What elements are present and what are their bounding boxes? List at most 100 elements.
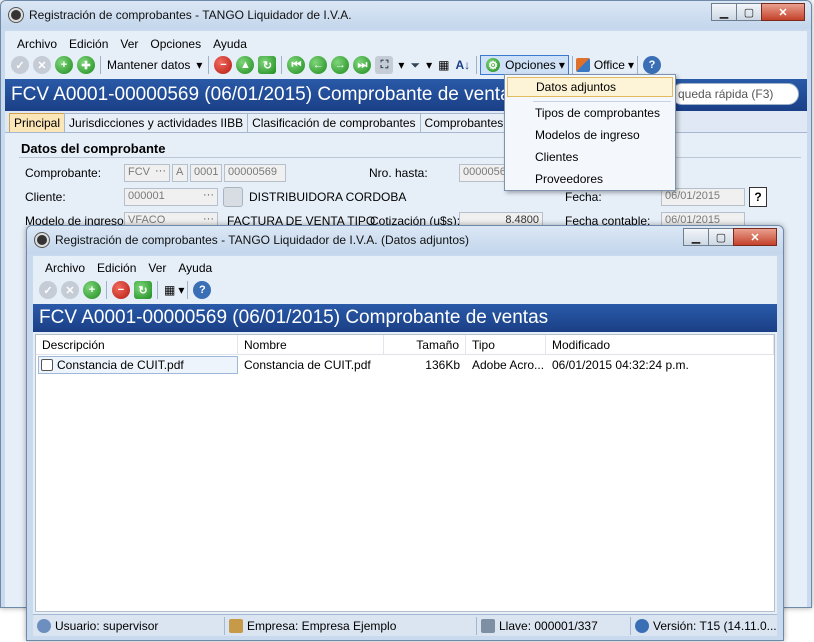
help-icon[interactable]: ? [643, 56, 661, 74]
menu-item-clientes[interactable]: Clientes [507, 147, 673, 167]
maximize-button[interactable]: ▢ [736, 3, 762, 21]
menu-ayuda[interactable]: Ayuda [213, 37, 247, 51]
previous-record-icon[interactable]: ← [309, 56, 328, 74]
mantener-datos-button[interactable]: Mantener datos [107, 58, 190, 72]
comprobante-numero-value: 00000569 [228, 166, 277, 178]
grid-icon[interactable]: ▦ [164, 283, 175, 297]
row-tamano: 136Kb [425, 358, 460, 372]
tab-jurisdicciones[interactable]: Jurisdicciones y actividades IIBB [64, 113, 249, 132]
next-record-icon[interactable]: → [331, 56, 350, 74]
cliente-codigo-value: 000001 [128, 190, 165, 202]
first-record-icon[interactable]: ⏮ [287, 56, 306, 74]
col-tipo[interactable]: Tipo [466, 335, 546, 354]
cliente-label: Cliente: [25, 190, 66, 204]
main-titlebar[interactable]: Registración de comprobantes - TANGO Liq… [1, 1, 811, 29]
tab-clasificacion[interactable]: Clasificación de comprobantes [247, 113, 421, 132]
child-menu-edicion[interactable]: Edición [97, 261, 136, 275]
tab-principal[interactable]: Principal [9, 113, 66, 132]
accept-icon[interactable]: ✓ [39, 281, 57, 299]
gear-icon: ⚙ [486, 58, 501, 72]
menu-opciones[interactable]: Opciones [150, 37, 201, 51]
office-button[interactable]: Office [594, 58, 625, 72]
cancel-icon[interactable]: ✕ [33, 56, 51, 74]
accept-icon[interactable]: ✓ [11, 56, 29, 74]
file-icon [41, 359, 53, 371]
delete-icon[interactable]: − [214, 56, 233, 74]
comprobante-pto-field[interactable]: 0001 [190, 164, 222, 182]
quick-search-input[interactable]: queda rápida (F3) [671, 83, 799, 105]
col-modificado[interactable]: Modificado [546, 335, 774, 354]
close-button[interactable]: ✕ [733, 228, 777, 246]
child-titlebar[interactable]: Registración de comprobantes - TANGO Liq… [27, 226, 783, 254]
toolbar-separator [208, 56, 210, 74]
menu-item-datos-adjuntos[interactable]: Datos adjuntos [507, 77, 673, 97]
chevron-down-icon[interactable]: ▾ [398, 58, 404, 72]
child-client-area: Archivo Edición Ver Ayuda ✓ ✕ + − ↻ ▦ ▾ … [33, 256, 777, 636]
toolbar-separator [281, 56, 283, 74]
menu-item-proveedores[interactable]: Proveedores [507, 169, 673, 189]
toolbar-separator [571, 56, 573, 74]
up-icon[interactable]: ▲ [236, 56, 255, 74]
col-nombre[interactable]: Nombre [238, 335, 384, 354]
add-icon[interactable]: + [55, 56, 73, 74]
section-divider [19, 157, 801, 158]
comprobante-tipo-field[interactable]: FCV ··· [124, 164, 170, 182]
comprobante-numero-field[interactable]: 00000569 [224, 164, 286, 182]
nro-hasta-field[interactable]: 0000056 [459, 164, 509, 182]
col-tamano[interactable]: Tamaño [384, 335, 466, 354]
info-icon [635, 618, 649, 633]
refresh-icon[interactable]: ↻ [134, 281, 152, 299]
help-button[interactable]: ? [749, 187, 767, 207]
main-toolbar: ✓ ✕ + ✚ Mantener datos ▾ − ▲ ↻ ⏮ ← → ⏭ ⛶… [5, 53, 807, 77]
close-button[interactable]: ✕ [761, 3, 805, 21]
child-window: Registración de comprobantes - TANGO Liq… [26, 225, 784, 641]
col-descripcion[interactable]: Descripción [36, 335, 238, 354]
chevron-down-icon[interactable]: ▾ [628, 58, 634, 72]
status-usuario: Usuario: supervisor [33, 616, 225, 635]
filter-icon[interactable]: ⏷ [410, 58, 420, 73]
menu-item-tipos-comprobantes[interactable]: Tipos de comprobantes [507, 103, 673, 123]
menu-archivo[interactable]: Archivo [17, 37, 57, 51]
menu-edicion[interactable]: Edición [69, 37, 108, 51]
table-row[interactable]: Constancia de CUIT.pdf Constancia de CUI… [36, 355, 774, 375]
sort-icon[interactable]: A↓ [455, 58, 470, 72]
minimize-button[interactable]: ▁ [711, 3, 737, 21]
cliente-lookup-icon[interactable] [223, 187, 243, 207]
cliente-codigo-field[interactable]: 000001 ··· [124, 188, 218, 206]
section-title: Datos del comprobante [21, 141, 166, 156]
opciones-button[interactable]: ⚙ Opciones ▾ [480, 55, 569, 75]
child-menu-ayuda[interactable]: Ayuda [178, 261, 212, 275]
row-nombre: Constancia de CUIT.pdf [244, 358, 371, 372]
comprobante-letra-value: A [176, 166, 184, 178]
grid-icon[interactable]: ▦ [438, 58, 449, 72]
menu-ver[interactable]: Ver [120, 37, 138, 51]
refresh-icon[interactable]: ↻ [258, 56, 277, 74]
binoculars-icon[interactable]: ⛶ [375, 56, 394, 74]
nro-hasta-value: 0000056 [463, 166, 506, 178]
status-version-text: Versión: T15 (14.11.0... [653, 618, 777, 633]
delete-icon[interactable]: − [112, 281, 130, 299]
minimize-button[interactable]: ▁ [683, 228, 709, 246]
comprobante-letra-field[interactable]: A [172, 164, 188, 182]
maximize-button[interactable]: ▢ [708, 228, 734, 246]
chevron-down-icon[interactable]: ▾ [196, 58, 202, 72]
chevron-down-icon[interactable]: ▾ [178, 283, 184, 297]
help-icon[interactable]: ? [193, 281, 212, 299]
toolbar-separator [637, 56, 638, 74]
child-menu-ver[interactable]: Ver [148, 261, 166, 275]
menu-item-modelos-ingreso[interactable]: Modelos de ingreso [507, 125, 673, 145]
main-tabs: Principal Jurisdicciones y actividades I… [5, 111, 807, 133]
add-icon[interactable]: + [83, 281, 101, 299]
copy-add-icon[interactable]: ✚ [77, 56, 95, 74]
child-menu-archivo[interactable]: Archivo [45, 261, 85, 275]
chevron-down-icon: ▾ [558, 58, 565, 72]
dropdown-separator [533, 101, 671, 102]
cancel-icon[interactable]: ✕ [61, 281, 79, 299]
building-icon [229, 618, 243, 633]
opciones-label: Opciones [505, 58, 556, 72]
status-empresa-text: Empresa: Empresa Ejemplo [247, 618, 397, 633]
toolbar-separator [100, 56, 101, 74]
last-record-icon[interactable]: ⏭ [353, 56, 372, 74]
chevron-down-icon[interactable]: ▾ [426, 58, 432, 72]
row-descripcion-cell[interactable]: Constancia de CUIT.pdf [38, 356, 238, 374]
